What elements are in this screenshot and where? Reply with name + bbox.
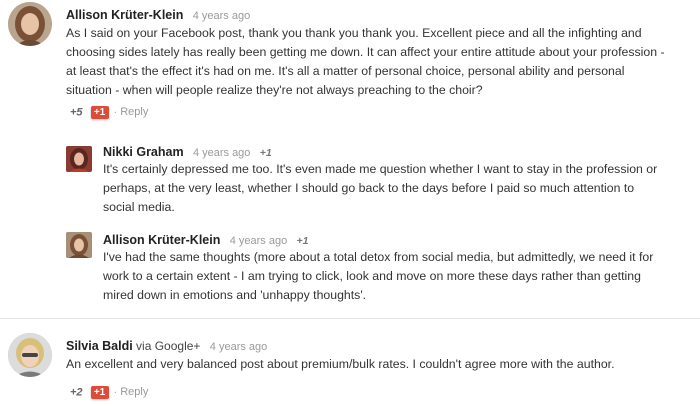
comment-author[interactable]: Nikki Graham [103, 145, 184, 159]
comment-author[interactable]: Silvia Baldi [66, 339, 133, 353]
avatar[interactable] [8, 2, 52, 46]
comment-timestamp[interactable]: 4 years ago [193, 10, 250, 22]
comment-divider [0, 318, 700, 319]
comment-text: I've had the same thoughts (more about a… [103, 250, 654, 302]
comment-text: It's certainly depressed me too. It's ev… [103, 162, 658, 214]
separator-dot: · [113, 386, 118, 399]
user-avatar-icon [8, 333, 52, 377]
avatar[interactable] [66, 232, 92, 258]
plus-one-count: +1 [259, 147, 272, 159]
vote-score: +2 [70, 386, 83, 399]
avatar[interactable] [66, 146, 92, 172]
comment-timestamp[interactable]: 4 years ago [230, 235, 287, 247]
comment-author[interactable]: Allison Krüter-Klein [66, 8, 183, 22]
plus-one-button[interactable]: +1 [90, 386, 109, 399]
separator-dot: · [113, 106, 118, 119]
comment-author[interactable]: Allison Krüter-Klein [103, 233, 220, 247]
reply-link[interactable]: Reply [120, 386, 148, 398]
avatar[interactable] [8, 333, 52, 377]
vote-score: +5 [70, 106, 83, 119]
comment-text: As I said on your Facebook post, thank y… [66, 26, 665, 97]
plus-one-count: +1 [296, 235, 309, 247]
plus-one-button[interactable]: +1 [90, 106, 109, 119]
reply-link[interactable]: Reply [120, 106, 148, 118]
comment-timestamp[interactable]: 4 years ago [210, 341, 267, 353]
user-avatar-icon [66, 232, 92, 258]
user-avatar-icon [8, 2, 52, 46]
user-avatar-icon [66, 146, 92, 172]
comment-source: via Google+ [136, 339, 201, 353]
comment-timestamp[interactable]: 4 years ago [193, 147, 250, 159]
comment-text: An excellent and very balanced post abou… [66, 357, 615, 371]
